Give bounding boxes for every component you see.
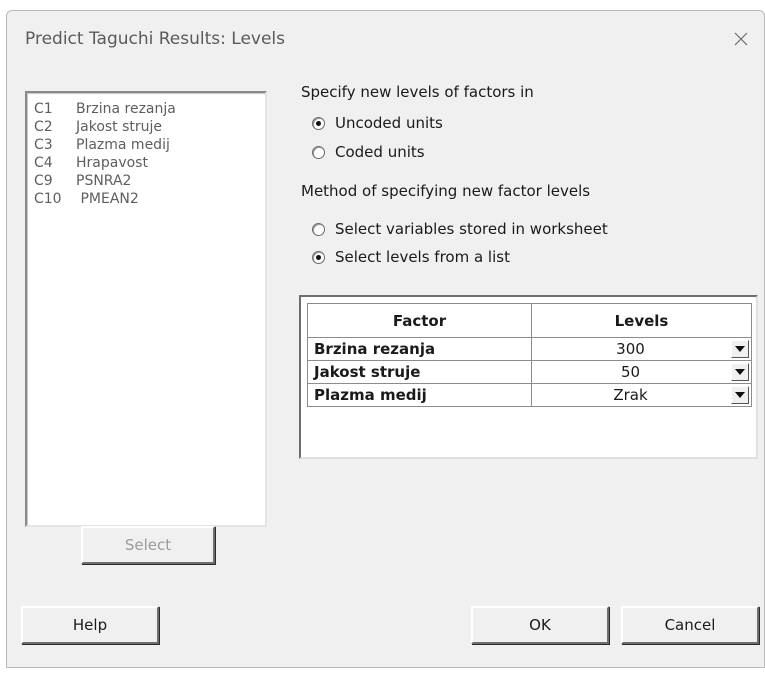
- variable-column-id: C10: [34, 191, 62, 207]
- select-levels-radio[interactable]: Select levels from a list: [312, 248, 510, 266]
- factor-cell: Plazma medij: [307, 383, 532, 407]
- factor-cell: Brzina rezanja: [307, 337, 532, 361]
- list-item[interactable]: C4 Hrapavost: [27, 154, 265, 172]
- variable-column-id: C4: [34, 155, 53, 171]
- uncoded-units-label: Uncoded units: [335, 114, 443, 132]
- ok-button[interactable]: OK: [471, 606, 609, 644]
- close-button[interactable]: [726, 25, 756, 53]
- chevron-down-icon: [735, 369, 745, 375]
- dialog-window: Predict Taguchi Results: Levels C1 Brzin…: [6, 10, 765, 668]
- variable-name: Plazma medij: [76, 137, 170, 153]
- list-item[interactable]: C9 PSNRA2: [27, 172, 265, 190]
- variable-column-id: C3: [34, 137, 53, 153]
- table-row: Jakost struje 50: [307, 360, 752, 384]
- radio-checked-indicator: [312, 250, 325, 264]
- level-dropdown[interactable]: Zrak: [531, 383, 752, 407]
- variable-column-id: C1: [34, 101, 53, 117]
- dropdown-button[interactable]: [731, 386, 749, 404]
- variable-column-id: C2: [34, 119, 53, 135]
- level-value: 50: [620, 363, 641, 381]
- select-variables-radio[interactable]: Select variables stored in worksheet: [312, 220, 608, 238]
- title-bar: Predict Taguchi Results: Levels: [7, 11, 764, 63]
- factor-levels-grid: Factor Levels Brzina rezanja 300 Jakost …: [299, 295, 758, 459]
- select-levels-label: Select levels from a list: [335, 248, 510, 266]
- dropdown-button[interactable]: [731, 340, 749, 358]
- close-icon: [734, 32, 748, 46]
- list-item[interactable]: C3 Plazma medij: [27, 136, 265, 154]
- levels-column-header: Levels: [531, 303, 752, 338]
- level-dropdown[interactable]: 50: [531, 360, 752, 384]
- window-title: Predict Taguchi Results: Levels: [25, 29, 286, 49]
- chevron-down-icon: [735, 392, 745, 398]
- radio-unchecked-indicator: [312, 222, 325, 236]
- level-value: Zrak: [613, 386, 648, 404]
- table-header-row: Factor Levels: [307, 303, 752, 338]
- select-button[interactable]: Select: [81, 526, 215, 564]
- chevron-down-icon: [735, 346, 745, 352]
- level-dropdown[interactable]: 300: [531, 337, 752, 361]
- list-item[interactable]: C2 Jakost struje: [27, 118, 265, 136]
- level-value: 300: [616, 340, 645, 358]
- variable-name: Hrapavost: [76, 155, 148, 171]
- method-section-label: Method of specifying new factor levels: [301, 182, 591, 200]
- variable-list[interactable]: C1 Brzina rezanja C2 Jakost struje C3 Pl…: [25, 91, 267, 527]
- factor-cell: Jakost struje: [307, 360, 532, 384]
- coded-units-radio[interactable]: Coded units: [312, 143, 425, 161]
- help-button[interactable]: Help: [21, 606, 159, 644]
- variable-name: PSNRA2: [76, 173, 132, 189]
- variable-name: PMEAN2: [76, 191, 139, 207]
- variable-name: Brzina rezanja: [76, 101, 176, 117]
- variable-name: Jakost struje: [76, 119, 163, 135]
- coded-units-label: Coded units: [335, 143, 425, 161]
- radio-unchecked-indicator: [312, 145, 325, 159]
- uncoded-units-radio[interactable]: Uncoded units: [312, 114, 443, 132]
- list-item[interactable]: C1 Brzina rezanja: [27, 100, 265, 118]
- table-row: Brzina rezanja 300: [307, 337, 752, 361]
- units-section-label: Specify new levels of factors in: [301, 83, 534, 101]
- variable-column-id: C9: [34, 173, 53, 189]
- radio-checked-indicator: [312, 116, 325, 130]
- factor-column-header: Factor: [307, 303, 532, 338]
- table-row: Plazma medij Zrak: [307, 383, 752, 407]
- list-item[interactable]: C10 PMEAN2: [27, 190, 265, 208]
- select-variables-label: Select variables stored in worksheet: [335, 220, 608, 238]
- dropdown-button[interactable]: [731, 363, 749, 381]
- cancel-button[interactable]: Cancel: [621, 606, 759, 644]
- factor-levels-table: Factor Levels Brzina rezanja 300 Jakost …: [307, 303, 752, 407]
